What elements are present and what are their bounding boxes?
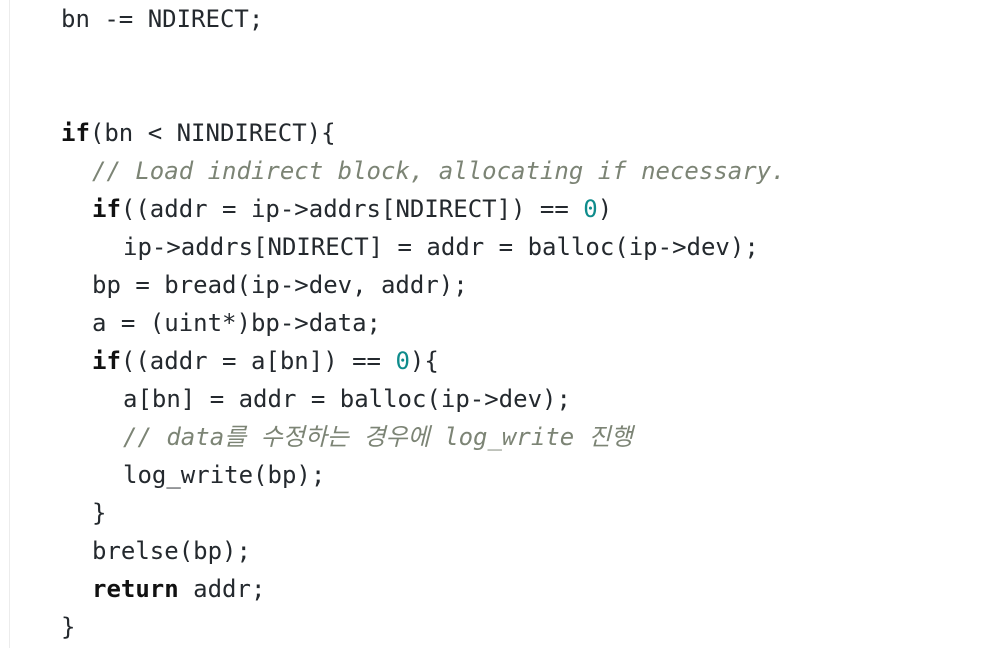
code-line: // data를 수정하는 경우에 log_write 진행 (61, 418, 786, 456)
code-text: ip->addrs[NDIRECT] = addr = balloc(ip->d… (123, 233, 759, 261)
code-line: // Load indirect block, allocating if ne… (61, 152, 786, 190)
code-text: (bn < NINDIRECT){ (89, 119, 336, 147)
code-text: brelse(bp); (92, 537, 251, 565)
code-text: } (61, 613, 76, 641)
left-divider (9, 0, 10, 648)
code-line: ip->addrs[NDIRECT] = addr = balloc(ip->d… (61, 228, 786, 266)
number-literal: 0 (395, 347, 410, 375)
code-text: a[bn] = addr = balloc(ip->dev); (123, 385, 571, 413)
keyword: if (61, 119, 90, 147)
code-line: a = (uint*)bp->data; (61, 304, 786, 342)
code-line: a[bn] = addr = balloc(ip->dev); (61, 380, 786, 418)
keyword: if (92, 195, 121, 223)
code-line: if((addr = a[bn]) == 0){ (61, 342, 786, 380)
code-text: bp = bread(ip->dev, addr); (92, 271, 468, 299)
code-text: ((addr = a[bn]) == (120, 347, 396, 375)
code-line: bp = bread(ip->dev, addr); (61, 266, 786, 304)
code-text: ((addr = ip->addrs[NDIRECT]) == (120, 195, 584, 223)
code-line: bn -= NDIRECT; (61, 0, 786, 38)
code-line: log_write(bp); (61, 456, 786, 494)
code-text: ) (597, 195, 613, 223)
code-line: return addr; (61, 570, 786, 608)
code-viewer: bn -= NDIRECT; if(bn < NINDIRECT){ // Lo… (0, 0, 1000, 648)
code-block: bn -= NDIRECT; if(bn < NINDIRECT){ // Lo… (61, 0, 786, 646)
code-text: } (92, 499, 107, 527)
keyword: if (92, 347, 121, 375)
code-line: } (61, 494, 786, 532)
code-comment: // data를 수정하는 경우에 log_write 진행 (123, 423, 633, 451)
code-comment: // Load indirect block, allocating if ne… (92, 157, 786, 185)
code-line: brelse(bp); (61, 532, 786, 570)
code-text: bn -= NDIRECT; (61, 5, 264, 33)
code-line: if(bn < NINDIRECT){ (61, 114, 786, 152)
code-line: if((addr = ip->addrs[NDIRECT]) == 0) (61, 190, 786, 228)
code-text: a = (uint*)bp->data; (92, 309, 381, 337)
code-text: addr; (178, 575, 266, 603)
number-literal: 0 (583, 195, 598, 223)
code-text: log_write(bp); (123, 461, 326, 489)
code-text: ){ (409, 347, 439, 375)
keyword: return (92, 575, 179, 603)
code-line: } (61, 608, 786, 646)
